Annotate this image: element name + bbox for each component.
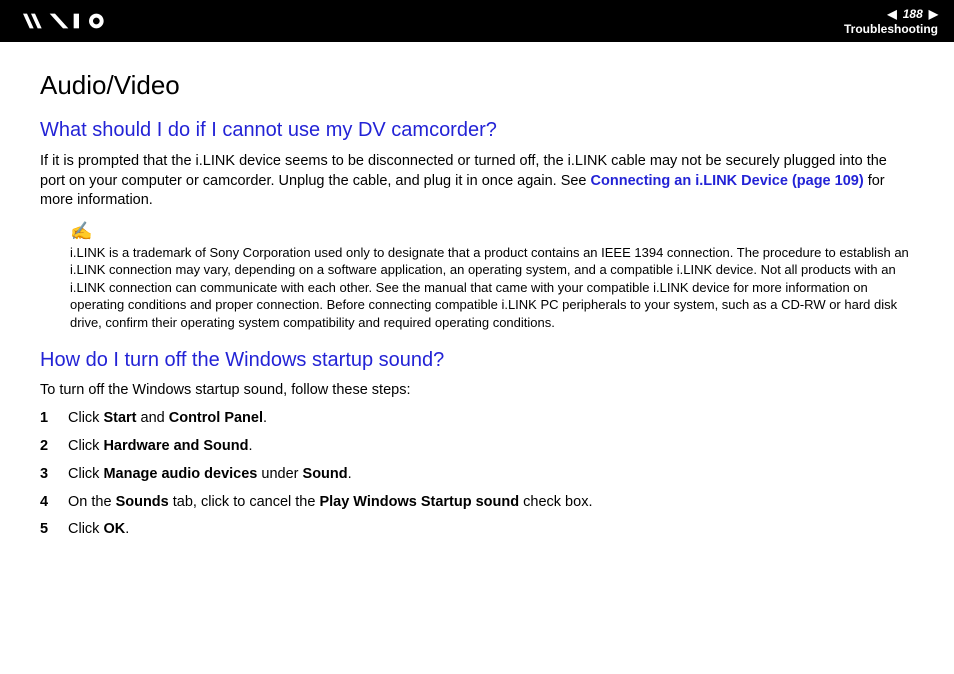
note-icon: ✍ [70,221,914,242]
ui-label-sounds-tab: Sounds [116,494,169,510]
step-1: Click Start and Control Panel. [40,408,914,430]
ui-label-sound: Sound [303,466,348,482]
step-text: . [263,410,267,426]
page-title: Audio/Video [40,70,914,101]
ui-label-ok: OK [103,521,125,537]
step-text: under [257,466,302,482]
step-text: . [125,521,129,537]
step-text: and [137,410,169,426]
page-number: 188 [903,7,923,21]
step-text: . [348,466,352,482]
header-bar: ◀ 188 ▶ Troubleshooting [0,0,954,42]
next-page-arrow-icon[interactable]: ▶ [929,7,938,21]
step-text: check box. [519,494,592,510]
steps-intro: To turn off the Windows startup sound, f… [40,382,914,398]
step-text: . [248,438,252,454]
ui-label-start: Start [103,410,136,426]
question-1-paragraph: If it is prompted that the i.LINK device… [40,152,914,211]
step-text: On the [68,494,116,510]
question-1-heading: What should I do if I cannot use my DV c… [40,119,914,142]
prev-page-arrow-icon[interactable]: ◀ [888,7,897,21]
ui-label-play-startup-sound: Play Windows Startup sound [319,494,519,510]
step-2: Click Hardware and Sound. [40,436,914,458]
ui-label-manage-audio: Manage audio devices [103,466,257,482]
vaio-logo [0,0,130,42]
step-5: Click OK. [40,519,914,541]
step-text: Click [68,438,103,454]
question-2-heading: How do I turn off the Windows startup so… [40,349,914,372]
page-content: Audio/Video What should I do if I cannot… [0,42,954,541]
page-navigation: ◀ 188 ▶ [888,7,939,21]
step-text: Click [68,410,103,426]
ui-label-hardware-sound: Hardware and Sound [103,438,248,454]
step-text: tab, click to cancel the [169,494,320,510]
ilink-device-link[interactable]: Connecting an i.LINK Device (page 109) [591,173,864,189]
header-right: ◀ 188 ▶ Troubleshooting [844,0,954,42]
ui-label-control-panel: Control Panel [169,410,263,426]
steps-list: Click Start and Control Panel. Click Har… [40,408,914,541]
step-4: On the Sounds tab, click to cancel the P… [40,492,914,514]
note-block: ✍ i.LINK is a trademark of Sony Corporat… [70,221,914,332]
section-name[interactable]: Troubleshooting [844,22,938,36]
step-text: Click [68,521,103,537]
note-text: i.LINK is a trademark of Sony Corporatio… [70,244,914,332]
step-3: Click Manage audio devices under Sound. [40,464,914,486]
step-text: Click [68,466,103,482]
